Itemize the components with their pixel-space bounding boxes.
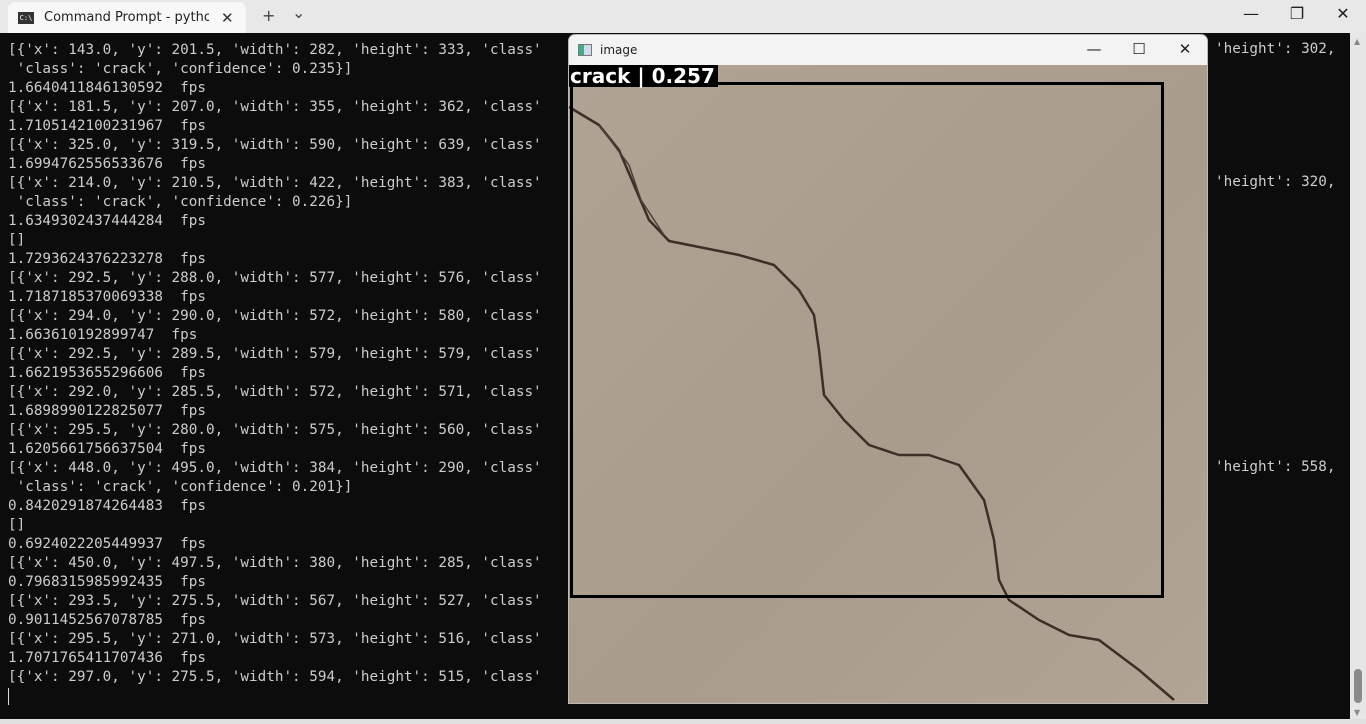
restore-button[interactable]: ❐ xyxy=(1274,4,1320,23)
tab-title: Command Prompt - python w xyxy=(44,10,209,25)
minimize-button[interactable]: — xyxy=(1228,4,1274,23)
text-cursor xyxy=(8,687,9,705)
image-window-title: image xyxy=(600,43,638,57)
window-bottom-edge xyxy=(0,719,1366,724)
terminal-fragment: 'height': 320, xyxy=(1215,174,1336,190)
image-minimize-button[interactable]: — xyxy=(1071,40,1117,58)
tab-command-prompt[interactable]: C:\ Command Prompt - python w ✕ xyxy=(8,2,246,33)
tab-bar: C:\ Command Prompt - python w ✕ + ⌄ — ❐ … xyxy=(0,0,1366,33)
scrollbar-thumb[interactable] xyxy=(1354,669,1362,703)
image-maximize-button[interactable]: ☐ xyxy=(1116,40,1162,58)
terminal-fragment: 'height': 302, xyxy=(1215,41,1336,57)
close-tab-icon[interactable]: ✕ xyxy=(221,9,234,27)
scroll-up-icon[interactable]: ▲ xyxy=(1354,37,1360,46)
image-close-button[interactable]: ✕ xyxy=(1162,40,1207,58)
detection-bounding-box xyxy=(570,82,1164,598)
image-window: image — ☐ ✕ crack | 0.257 xyxy=(568,34,1208,704)
scroll-down-icon[interactable]: ▼ xyxy=(1354,708,1360,717)
detection-label: crack | 0.257 xyxy=(569,65,718,87)
tab-dropdown-button[interactable]: ⌄ xyxy=(292,3,305,22)
terminal-scrollbar[interactable]: ▲ ▼ xyxy=(1350,33,1366,719)
cmd-icon: C:\ xyxy=(18,11,34,24)
terminal-fragment: 'height': 558, xyxy=(1215,459,1336,475)
image-canvas: crack | 0.257 xyxy=(569,65,1207,703)
close-window-button[interactable]: ✕ xyxy=(1320,4,1366,23)
image-app-icon xyxy=(578,44,592,56)
new-tab-button[interactable]: + xyxy=(262,6,275,25)
